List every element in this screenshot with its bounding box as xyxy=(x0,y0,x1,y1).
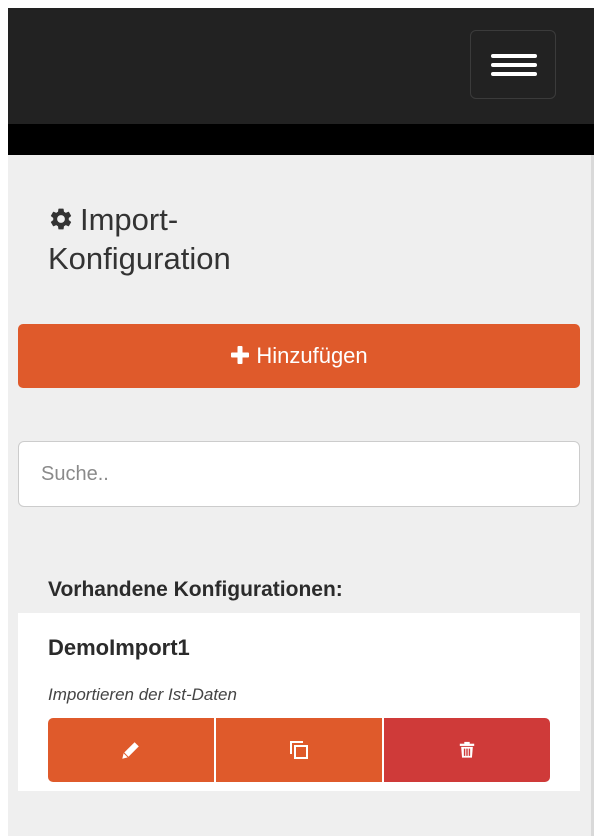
hamburger-menu-icon xyxy=(491,54,537,58)
search-input[interactable] xyxy=(18,441,580,507)
navbar-toggle-button[interactable] xyxy=(470,30,556,99)
configuration-description: Importieren der Ist-Daten xyxy=(48,685,237,704)
section-heading: Vorhandene Konfigurationen: xyxy=(48,578,343,601)
app-frame: Import-Konfiguration Hinzufügen Vorhande… xyxy=(8,8,594,836)
add-configuration-button[interactable]: Hinzufügen xyxy=(18,324,580,388)
page-title-text: Import-Konfiguration xyxy=(48,202,231,276)
copy-icon xyxy=(290,741,308,759)
navbar xyxy=(8,8,594,124)
hamburger-menu-icon-bar xyxy=(491,72,537,76)
gear-icon xyxy=(50,208,72,230)
copy-button[interactable] xyxy=(216,718,382,782)
navbar-bottom-strip xyxy=(8,124,594,155)
pencil-icon xyxy=(122,742,139,759)
edit-button[interactable] xyxy=(48,718,214,782)
plus-icon xyxy=(231,346,250,364)
configuration-actions xyxy=(48,718,550,782)
trash-icon xyxy=(459,741,475,758)
configuration-name: DemoImport1 xyxy=(48,635,190,660)
delete-button[interactable] xyxy=(384,718,550,782)
hamburger-menu-icon-bar xyxy=(491,63,537,67)
add-configuration-label: Hinzufügen xyxy=(256,343,368,368)
configuration-card: DemoImport1 Importieren der Ist-Daten xyxy=(18,613,580,791)
page-title: Import-Konfiguration xyxy=(48,200,348,278)
